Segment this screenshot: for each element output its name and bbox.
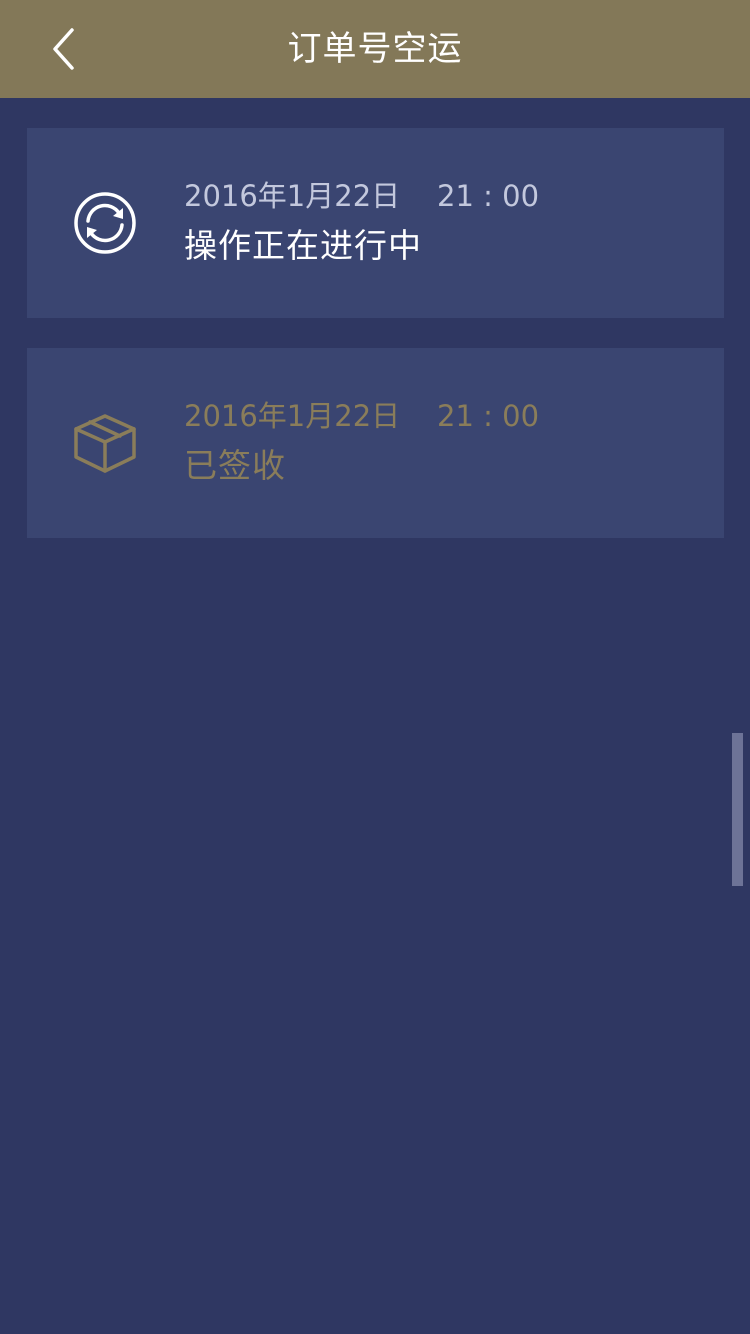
timeline-datetime: 2016年1月22日 21 : 00	[184, 179, 540, 213]
timeline-datetime: 2016年1月22日 21 : 00	[184, 399, 540, 433]
package-box-icon	[71, 409, 139, 477]
top-bar: 订单号空运	[0, 0, 750, 98]
page-title: 订单号空运	[287, 29, 463, 69]
back-button[interactable]	[40, 22, 94, 76]
chevron-left-icon	[53, 28, 74, 70]
scrollbar[interactable]	[732, 733, 743, 886]
refresh-sync-icon	[71, 189, 139, 257]
timeline-status: 操作正在进行中	[184, 226, 422, 265]
timeline-status: 已签收	[184, 446, 286, 485]
timeline-item-signed: 2016年1月22日 21 : 00 已签收	[27, 348, 724, 538]
timeline-item-in-progress: 2016年1月22日 21 : 00 操作正在进行中	[27, 128, 724, 318]
